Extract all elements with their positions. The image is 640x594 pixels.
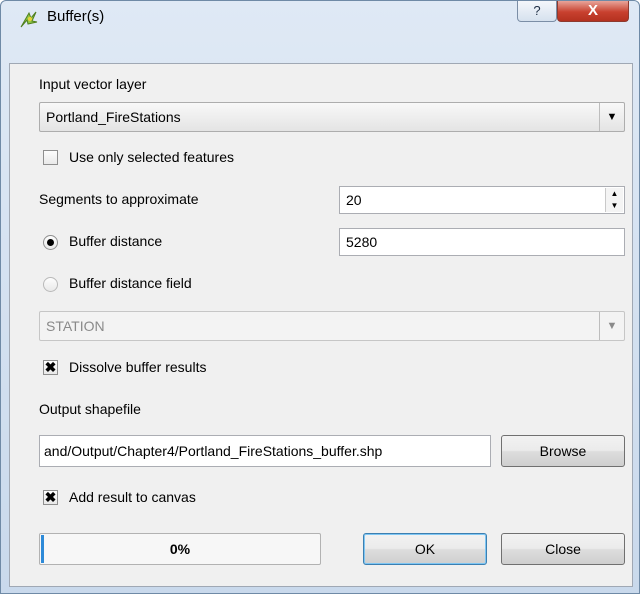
window-title: Buffer(s) — [47, 8, 105, 25]
window-close-button[interactable]: X — [557, 1, 629, 22]
progress-bar: 0% — [39, 533, 321, 565]
buffer-distance-value: 5280 — [346, 234, 378, 250]
title-bar[interactable]: Buffer(s) ? X — [1, 1, 639, 33]
add-to-canvas-label: Add result to canvas — [69, 489, 196, 505]
buffer-field-label: Buffer distance field — [69, 275, 192, 291]
buffer-field-combo[interactable]: STATION ▼ — [39, 311, 625, 341]
buffer-distance-label: Buffer distance — [69, 233, 163, 249]
output-path-value: and/Output/Chapter4/Portland_FireStation… — [44, 443, 383, 459]
close-button[interactable]: Close — [501, 533, 625, 565]
segments-value: 20 — [346, 192, 362, 208]
use-selected-checkbox[interactable] — [43, 150, 58, 165]
output-shapefile-label: Output shapefile — [39, 401, 141, 417]
dissolve-label: Dissolve buffer results — [69, 359, 207, 375]
dissolve-checkbox[interactable]: ✖ — [43, 360, 58, 375]
output-path-input[interactable]: and/Output/Chapter4/Portland_FireStation… — [39, 435, 491, 467]
buffer-distance-input[interactable]: 5280 — [339, 228, 625, 256]
ok-button[interactable]: OK — [363, 533, 487, 565]
radio-selected-dot — [47, 239, 54, 246]
add-to-canvas-checkbox[interactable]: ✖ — [43, 490, 58, 505]
input-layer-value: Portland_FireStations — [46, 109, 181, 125]
buffer-field-value: STATION — [46, 318, 105, 334]
chevron-down-icon[interactable]: ▼ — [599, 103, 624, 131]
spin-down-icon[interactable]: ▼ — [605, 200, 623, 212]
progress-percent: 0% — [169, 541, 191, 557]
buffer-dialog-window: Buffer(s) ? X Input vector layer Portlan… — [0, 0, 640, 594]
segments-spinbox[interactable]: 20 ▲ ▼ — [339, 186, 625, 214]
spin-up-icon[interactable]: ▲ — [605, 188, 623, 200]
use-selected-label: Use only selected features — [69, 149, 234, 165]
input-layer-combo[interactable]: Portland_FireStations ▼ — [39, 102, 625, 132]
segments-label: Segments to approximate — [39, 191, 199, 207]
buffer-distance-radio[interactable] — [43, 235, 58, 250]
browse-button[interactable]: Browse — [501, 435, 625, 467]
help-button[interactable]: ? — [517, 1, 557, 22]
buffer-field-radio[interactable] — [43, 277, 58, 292]
input-layer-label: Input vector layer — [39, 76, 147, 92]
qgis-app-icon — [20, 11, 38, 28]
chevron-down-icon[interactable]: ▼ — [599, 312, 624, 340]
